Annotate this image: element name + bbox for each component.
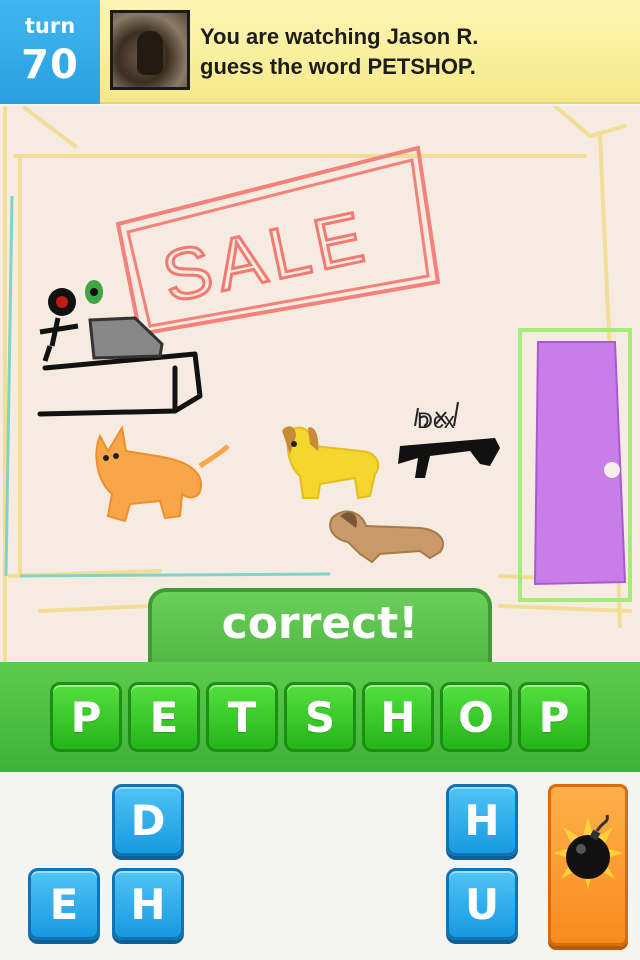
bomb-icon: [553, 814, 623, 889]
drawing-svg: SALE Dcx: [3, 106, 632, 662]
avatar-photo: [113, 13, 187, 87]
bomb-button[interactable]: [548, 784, 628, 946]
answer-tile[interactable]: T: [206, 682, 278, 752]
yellow-dog: [282, 426, 380, 500]
counter: [37, 351, 203, 417]
drawing-canvas: SALE Dcx: [0, 106, 640, 662]
letter-tile-d[interactable]: D: [112, 784, 184, 856]
result-label: correct!: [221, 598, 419, 649]
cash-register: [88, 316, 164, 360]
answer-tile[interactable]: P: [50, 682, 122, 752]
letter-tile-u[interactable]: U: [446, 868, 518, 940]
orange-cat: [95, 425, 230, 523]
brown-dog: [329, 510, 445, 564]
letter-tile-e[interactable]: E: [28, 868, 100, 940]
turn-counter: turn 70: [0, 0, 100, 104]
dog-label-text: Dcx: [417, 408, 455, 433]
answer-tile[interactable]: E: [128, 682, 200, 752]
answer-tile[interactable]: P: [518, 682, 590, 752]
answer-tile[interactable]: S: [284, 682, 356, 752]
turn-label: turn: [24, 14, 76, 38]
header-message-line2: guess the word PETSHOP.: [200, 54, 476, 79]
turn-number: 70: [21, 42, 79, 88]
header-message-line1: You are watching Jason R.: [200, 24, 479, 49]
answer-tile[interactable]: H: [362, 682, 434, 752]
letter-tile-h[interactable]: H: [112, 868, 184, 940]
header-bar: turn 70 You are watching Jason R. guess …: [0, 0, 640, 104]
door: [518, 328, 632, 602]
answer-tiles: P E T S H O P: [50, 682, 590, 754]
header-message: You are watching Jason R. guess the word…: [200, 22, 630, 82]
answer-tile[interactable]: O: [440, 682, 512, 752]
letter-tile-h[interactable]: H: [446, 784, 518, 856]
player-avatar: [110, 10, 190, 90]
